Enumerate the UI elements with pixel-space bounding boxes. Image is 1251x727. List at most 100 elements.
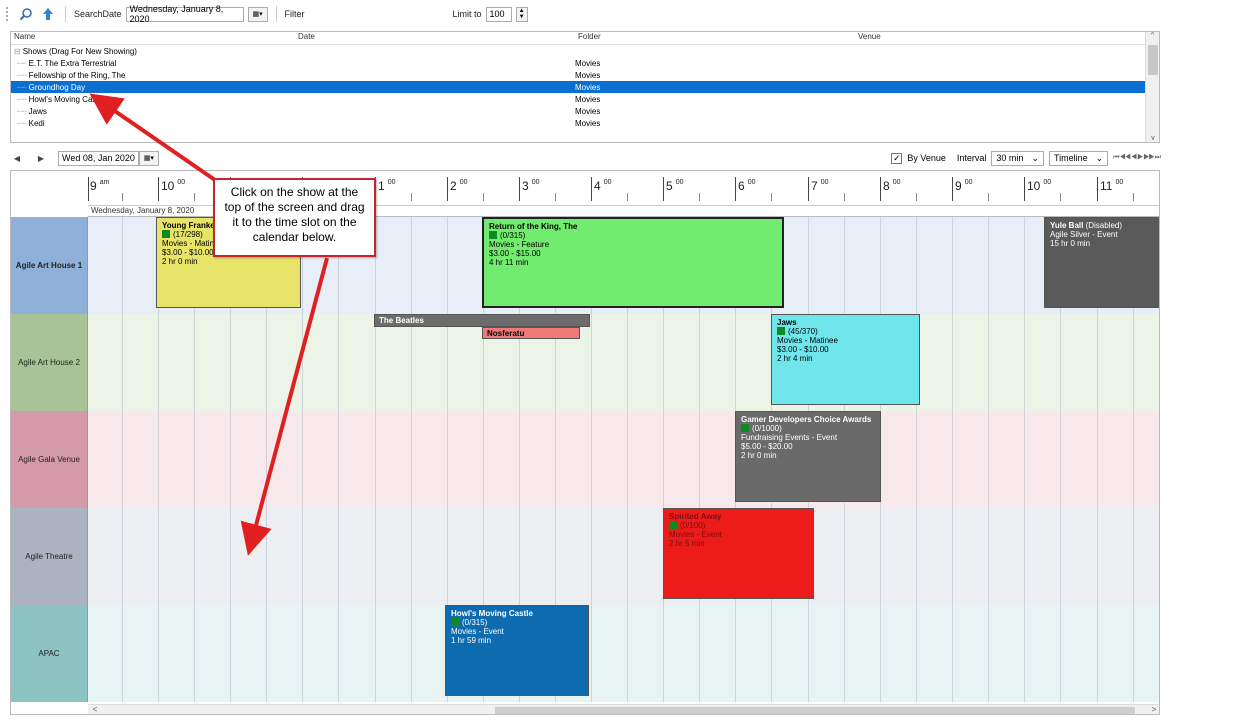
show-name: Kedi xyxy=(28,118,45,128)
appointment-type: Movies - Feature xyxy=(489,240,550,249)
toolbar-grip[interactable] xyxy=(6,7,9,21)
list-item[interactable]: ┈┈ Howl's Moving Castle Movies xyxy=(11,93,1159,105)
scrollbar-thumb[interactable] xyxy=(495,707,1135,714)
venue-row: Agile Theatre Spirited Away (0/100) Movi… xyxy=(11,508,1159,605)
half-hour-tick xyxy=(411,193,412,201)
show-folder: Movies xyxy=(575,118,601,128)
status-badge xyxy=(489,231,497,239)
list-item-selected[interactable]: ┈┈ Groundhog Day Movies xyxy=(11,81,1159,93)
by-venue-label: By Venue xyxy=(907,153,946,163)
hour-label: 9 am xyxy=(90,179,110,193)
list-item[interactable]: ┈┈ Kedi Movies xyxy=(11,117,1159,129)
appointment-the-beatles[interactable]: The Beatles xyxy=(374,314,590,327)
prev-day-icon[interactable]: ◀ xyxy=(10,154,24,163)
column-header-name[interactable]: Name xyxy=(11,32,295,44)
limit-spinner[interactable]: ▲ ▼ xyxy=(515,6,528,22)
scrollbar-thumb[interactable] xyxy=(1148,45,1158,75)
interval-select[interactable]: 30 min ⌄ xyxy=(991,150,1044,166)
half-hour-tick xyxy=(699,193,700,201)
venue-row: Agile Art House 1 Young Franke (17/298) … xyxy=(11,217,1159,314)
venue-timeline[interactable]: Spirited Away (0/100) Movies - Event 2 h… xyxy=(88,508,1159,605)
calendar-date-dropdown[interactable]: ▦▾ xyxy=(138,150,159,166)
hour-tick xyxy=(591,177,592,201)
search-icon[interactable] xyxy=(17,5,35,23)
search-date-field[interactable]: Wednesday, January 8, 2020 xyxy=(125,4,244,24)
view-value: Timeline xyxy=(1053,153,1088,163)
half-hour-tick xyxy=(555,193,556,201)
tree-line-icon: ┈┈ xyxy=(17,82,27,92)
calendar-dropdown-button[interactable]: ▦▾ xyxy=(247,6,268,22)
appointment-gamer-developers-awards[interactable]: Gamer Developers Choice Awards (0/1000) … xyxy=(735,411,881,502)
status-badge xyxy=(741,424,749,432)
appointment-type: Movies - Event xyxy=(451,627,504,636)
appointment-return-of-the-king[interactable]: Return of the King, The (0/315) Movies -… xyxy=(482,217,784,308)
calendar-toolbar: ◀ ▶ Wed 08, Jan 2020 ▦▾ ✓ By Venue Inter… xyxy=(10,148,1161,168)
list-item[interactable]: ┈┈ Jaws Movies xyxy=(11,105,1159,117)
half-hour-tick xyxy=(1133,193,1134,201)
chevron-down-icon: ⌄ xyxy=(1031,152,1039,163)
hour-tick xyxy=(1097,177,1098,201)
venue-timeline[interactable]: The Beatles Nosferatu Jaws (45/370) Movi… xyxy=(88,314,1159,411)
toolbar-separator xyxy=(275,6,277,22)
interval-value: 30 min xyxy=(996,153,1024,163)
show-name: Howl's Moving Castle xyxy=(28,94,105,104)
hour-tick xyxy=(88,177,89,201)
appointment-title: Gamer Developers Choice Awards xyxy=(741,415,872,424)
limit-input[interactable]: 100 xyxy=(485,6,512,22)
filter-input[interactable] xyxy=(308,6,449,22)
venue-timeline[interactable]: Howl's Moving Castle (0/315) Movies - Ev… xyxy=(88,605,1159,702)
show-folder: Movies xyxy=(575,82,601,92)
scroll-left-icon[interactable]: < xyxy=(90,705,100,714)
appointment-title: Return of the King, The xyxy=(489,222,578,231)
appointment-nosferatu[interactable]: Nosferatu xyxy=(482,327,580,339)
by-venue-checkbox[interactable]: ✓ xyxy=(891,152,903,164)
appointment-howls-moving-castle[interactable]: Howl's Moving Castle (0/315) Movies - Ev… xyxy=(445,605,589,696)
hour-tick xyxy=(1024,177,1025,201)
list-item[interactable]: ┈┈ E.T. The Extra Terrestrial Movies xyxy=(11,57,1159,69)
venue-row: Agile Art House 2 The Beatles Nosferatu … xyxy=(11,314,1159,411)
appointment-count: (17/298) xyxy=(173,230,203,239)
venue-row: Agile Gala Venue Gamer Developers Choice… xyxy=(11,411,1159,508)
timeline-horizontal-scrollbar[interactable]: < > xyxy=(88,704,1159,714)
view-select[interactable]: Timeline ⌄ xyxy=(1048,150,1109,166)
arrow-up-icon[interactable] xyxy=(39,5,57,23)
venue-label[interactable]: Agile Theatre xyxy=(11,508,88,605)
show-group-row[interactable]: ⊟ Shows (Drag For New Showing) xyxy=(11,45,1159,57)
venue-label[interactable]: Agile Art House 1 xyxy=(11,217,88,314)
list-item[interactable]: ┈┈ Fellowship of the Ring, The Movies xyxy=(11,69,1159,81)
collapse-icon[interactable]: ⊟ xyxy=(14,47,21,56)
venue-timeline[interactable]: Gamer Developers Choice Awards (0/1000) … xyxy=(88,411,1159,508)
scroll-up-icon[interactable]: ^ xyxy=(1146,32,1159,39)
status-badge xyxy=(162,230,170,238)
appointment-title: Spirited Away xyxy=(669,512,722,521)
timeline-scheduler: 9am 1000 1100 12pm 100 200 300 400 500 6… xyxy=(10,170,1160,715)
column-header-folder[interactable]: Folder xyxy=(575,32,855,44)
show-list: Name Date Folder Venue ⊟ Shows (Drag For … xyxy=(10,31,1160,143)
show-name: E.T. The Extra Terrestrial xyxy=(28,58,117,68)
hour-label: 9 00 xyxy=(955,179,973,193)
column-header-date[interactable]: Date xyxy=(295,32,575,44)
show-group-label: Shows (Drag For New Showing) xyxy=(22,46,137,56)
scroll-down-icon[interactable]: v xyxy=(1146,135,1159,142)
appointment-title: Nosferatu xyxy=(487,329,525,338)
status-badge xyxy=(669,521,677,529)
timeline-nav-icons[interactable]: ⏮ ◀◀ ◀ ▶ ▶▶ ⏭ xyxy=(1113,154,1161,162)
appointment-yule-ball[interactable]: Yule Ball (Disabled) Agile Silver - Even… xyxy=(1044,217,1159,308)
show-list-scrollbar[interactable]: ^ v xyxy=(1145,32,1159,142)
column-header-venue[interactable]: Venue xyxy=(855,32,1135,44)
appointment-spirited-away[interactable]: Spirited Away (0/100) Movies - Event 2 h… xyxy=(663,508,814,599)
scroll-right-icon[interactable]: > xyxy=(1149,705,1159,714)
venue-label[interactable]: APAC xyxy=(11,605,88,702)
show-name: Jaws xyxy=(28,106,47,116)
instruction-callout: Click on the show at the top of the scre… xyxy=(213,178,376,257)
status-badge xyxy=(451,618,459,626)
chevron-down-icon: ⌄ xyxy=(1095,152,1104,163)
appointment-count: (0/1000) xyxy=(752,424,782,433)
venue-label[interactable]: Agile Gala Venue xyxy=(11,411,88,508)
venue-label[interactable]: Agile Art House 2 xyxy=(11,314,88,411)
appointment-jaws[interactable]: Jaws (45/370) Movies - Matinee $3.00 - $… xyxy=(771,314,920,405)
half-hour-tick xyxy=(988,193,989,201)
next-day-icon[interactable]: ▶ xyxy=(34,154,48,163)
calendar-date-field[interactable]: Wed 08, Jan 2020 xyxy=(58,150,139,166)
interval-label: Interval xyxy=(956,153,987,163)
